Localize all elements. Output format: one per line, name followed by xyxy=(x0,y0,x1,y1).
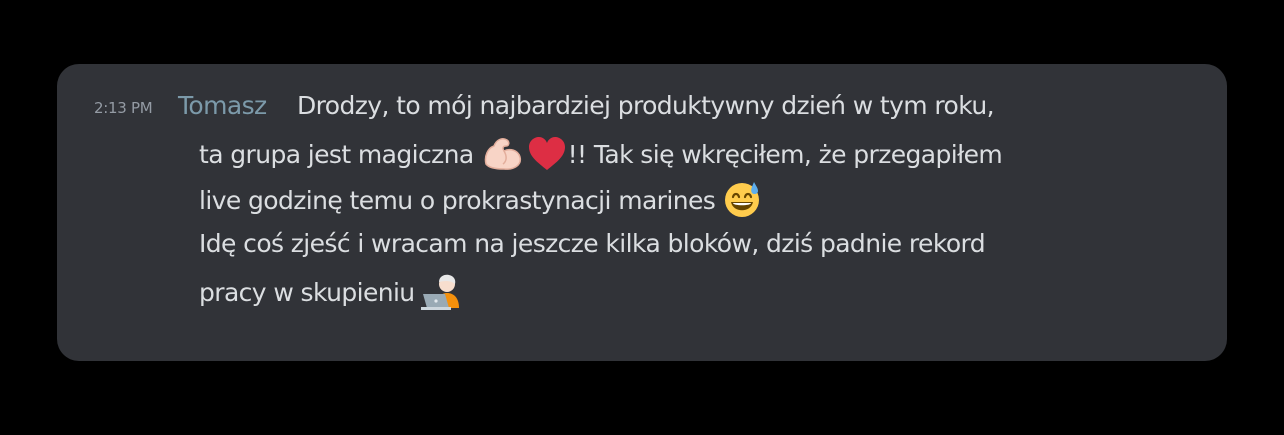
message-text: !! Tak się wkręciłem, że przegapiłem xyxy=(567,140,1003,169)
message-line-3: live godzinę temu o prokrastynacji marin… xyxy=(199,180,763,221)
message-text: pracy w skupieniu xyxy=(199,278,415,307)
message-line-1: Drodzy, to mój najbardziej produktywny d… xyxy=(297,91,995,121)
chat-message[interactable]: 2:13 PM Tomasz Drodzy, to mój najbardzie… xyxy=(57,64,1227,361)
message-line-5: pracy w skupieniu xyxy=(199,272,467,313)
message-card: 2:13 PM Tomasz Drodzy, to mój najbardzie… xyxy=(57,64,1227,361)
technologist-icon xyxy=(420,272,467,310)
message-text: ta grupa jest magiczna xyxy=(199,140,474,169)
message-text: live godzinę temu o prokrastynacji marin… xyxy=(199,186,716,215)
flexed-biceps-icon xyxy=(480,134,526,172)
message-text: Idę coś zjeść i wracam na jeszcze kilka … xyxy=(199,229,986,258)
grinning-sweat-icon xyxy=(721,180,763,218)
message-line-2: ta grupa jest magiczna !! Tak się wkręci… xyxy=(199,134,1003,175)
author-name[interactable]: Tomasz xyxy=(178,91,267,121)
message-text: Drodzy, to mój najbardziej produktywny d… xyxy=(297,91,995,120)
red-heart-icon xyxy=(526,134,568,172)
message-timestamp[interactable]: 2:13 PM xyxy=(94,96,153,120)
message-line-4: Idę coś zjeść i wracam na jeszcze kilka … xyxy=(199,229,986,259)
